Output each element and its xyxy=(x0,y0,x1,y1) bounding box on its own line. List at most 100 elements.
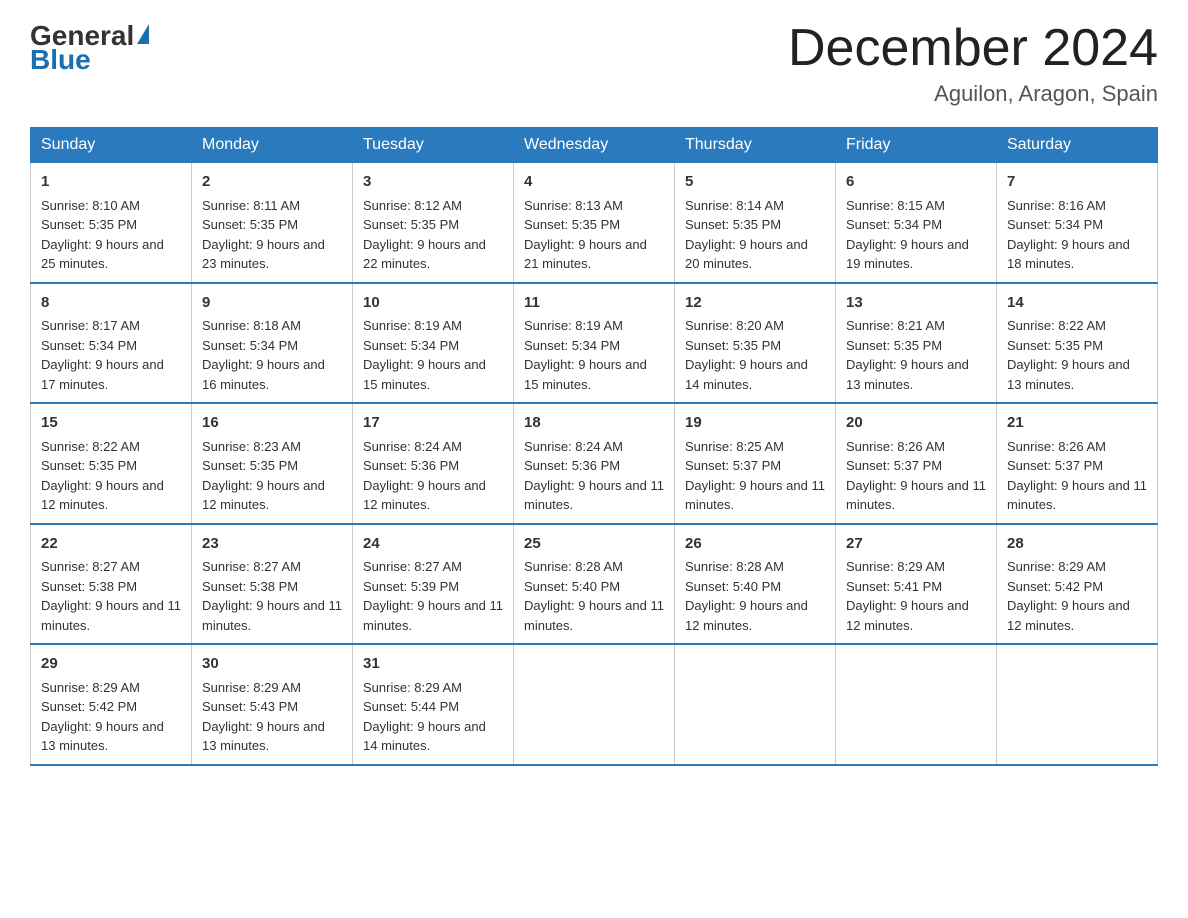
day-number: 29 xyxy=(41,653,181,676)
day-number: 20 xyxy=(846,412,986,435)
calendar-cell: 26 Sunrise: 8:28 AMSunset: 5:40 PMDayligh… xyxy=(675,524,836,645)
day-number: 14 xyxy=(1007,292,1147,315)
day-info: Sunrise: 8:29 AMSunset: 5:41 PMDaylight:… xyxy=(846,559,969,633)
calendar-cell: 2 Sunrise: 8:11 AMSunset: 5:35 PMDaylight… xyxy=(192,163,353,283)
weekday-header-tuesday: Tuesday xyxy=(353,128,514,163)
day-number: 31 xyxy=(363,653,503,676)
calendar-cell: 7 Sunrise: 8:16 AMSunset: 5:34 PMDaylight… xyxy=(997,163,1158,283)
day-info: Sunrise: 8:27 AMSunset: 5:38 PMDaylight:… xyxy=(41,559,181,633)
day-number: 18 xyxy=(524,412,664,435)
day-number: 4 xyxy=(524,171,664,194)
calendar-cell: 8 Sunrise: 8:17 AMSunset: 5:34 PMDaylight… xyxy=(31,283,192,404)
calendar-cell: 14Sunrise: 8:22 AMSunset: 5:35 PMDayligh… xyxy=(997,283,1158,404)
day-number: 26 xyxy=(685,533,825,556)
calendar-cell: 11 Sunrise: 8:19 AMSunset: 5:34 PMDayligh… xyxy=(514,283,675,404)
calendar-cell: 28 Sunrise: 8:29 AMSunset: 5:42 PMDayligh… xyxy=(997,524,1158,645)
day-info: Sunrise: 8:25 AMSunset: 5:37 PMDaylight:… xyxy=(685,439,825,513)
day-number: 2 xyxy=(202,171,342,194)
day-info: Sunrise: 8:29 AMSunset: 5:42 PMDaylight:… xyxy=(1007,559,1130,633)
day-number: 30 xyxy=(202,653,342,676)
day-info: Sunrise: 8:29 AMSunset: 5:43 PMDaylight:… xyxy=(202,680,325,754)
weekday-header-monday: Monday xyxy=(192,128,353,163)
calendar-cell: 29 Sunrise: 8:29 AMSunset: 5:42 PMDayligh… xyxy=(31,644,192,765)
calendar-cell: 23 Sunrise: 8:27 AMSunset: 5:38 PMDayligh… xyxy=(192,524,353,645)
day-number: 10 xyxy=(363,292,503,315)
calendar-cell: 10 Sunrise: 8:19 AMSunset: 5:34 PMDayligh… xyxy=(353,283,514,404)
day-info: Sunrise: 8:21 AMSunset: 5:35 PMDaylight:… xyxy=(846,318,969,392)
calendar-week-row: 1Sunrise: 8:10 AMSunset: 5:35 PMDaylight… xyxy=(31,163,1158,283)
calendar-cell: 27 Sunrise: 8:29 AMSunset: 5:41 PMDayligh… xyxy=(836,524,997,645)
calendar-cell: 21Sunrise: 8:26 AMSunset: 5:37 PMDayligh… xyxy=(997,403,1158,524)
calendar-cell: 25 Sunrise: 8:28 AMSunset: 5:40 PMDayligh… xyxy=(514,524,675,645)
day-info: Sunrise: 8:26 AMSunset: 5:37 PMDaylight:… xyxy=(846,439,986,513)
day-number: 7 xyxy=(1007,171,1147,194)
calendar-cell: 3Sunrise: 8:12 AMSunset: 5:35 PMDaylight… xyxy=(353,163,514,283)
day-info: Sunrise: 8:22 AMSunset: 5:35 PMDaylight:… xyxy=(41,439,164,513)
day-info: Sunrise: 8:19 AMSunset: 5:34 PMDaylight:… xyxy=(524,318,647,392)
calendar-cell: 6 Sunrise: 8:15 AMSunset: 5:34 PMDaylight… xyxy=(836,163,997,283)
day-number: 25 xyxy=(524,533,664,556)
day-info: Sunrise: 8:27 AMSunset: 5:38 PMDaylight:… xyxy=(202,559,342,633)
weekday-header-friday: Friday xyxy=(836,128,997,163)
calendar-cell: 19 Sunrise: 8:25 AMSunset: 5:37 PMDayligh… xyxy=(675,403,836,524)
day-info: Sunrise: 8:23 AMSunset: 5:35 PMDaylight:… xyxy=(202,439,325,513)
calendar-cell: 9 Sunrise: 8:18 AMSunset: 5:34 PMDaylight… xyxy=(192,283,353,404)
day-number: 11 xyxy=(524,292,664,315)
day-info: Sunrise: 8:14 AMSunset: 5:35 PMDaylight:… xyxy=(685,198,808,272)
day-number: 24 xyxy=(363,533,503,556)
calendar-table: SundayMondayTuesdayWednesdayThursdayFrid… xyxy=(30,127,1158,766)
day-info: Sunrise: 8:17 AMSunset: 5:34 PMDaylight:… xyxy=(41,318,164,392)
calendar-cell: 12 Sunrise: 8:20 AMSunset: 5:35 PMDayligh… xyxy=(675,283,836,404)
calendar-cell: 24 Sunrise: 8:27 AMSunset: 5:39 PMDayligh… xyxy=(353,524,514,645)
day-number: 13 xyxy=(846,292,986,315)
calendar-cell xyxy=(997,644,1158,765)
calendar-cell: 15 Sunrise: 8:22 AMSunset: 5:35 PMDayligh… xyxy=(31,403,192,524)
day-number: 6 xyxy=(846,171,986,194)
weekday-header-wednesday: Wednesday xyxy=(514,128,675,163)
day-number: 15 xyxy=(41,412,181,435)
day-number: 21 xyxy=(1007,412,1147,435)
calendar-week-row: 29 Sunrise: 8:29 AMSunset: 5:42 PMDayligh… xyxy=(31,644,1158,765)
calendar-cell: 4 Sunrise: 8:13 AMSunset: 5:35 PMDaylight… xyxy=(514,163,675,283)
weekday-header-saturday: Saturday xyxy=(997,128,1158,163)
title-block: December 2024 Aguilon, Aragon, Spain xyxy=(788,20,1158,107)
calendar-cell xyxy=(836,644,997,765)
day-info: Sunrise: 8:29 AMSunset: 5:42 PMDaylight:… xyxy=(41,680,164,754)
day-info: Sunrise: 8:20 AMSunset: 5:35 PMDaylight:… xyxy=(685,318,808,392)
day-number: 28 xyxy=(1007,533,1147,556)
calendar-cell xyxy=(514,644,675,765)
calendar-cell: 20 Sunrise: 8:26 AMSunset: 5:37 PMDayligh… xyxy=(836,403,997,524)
calendar-cell: 22 Sunrise: 8:27 AMSunset: 5:38 PMDayligh… xyxy=(31,524,192,645)
day-info: Sunrise: 8:13 AMSunset: 5:35 PMDaylight:… xyxy=(524,198,647,272)
day-info: Sunrise: 8:19 AMSunset: 5:34 PMDaylight:… xyxy=(363,318,486,392)
day-info: Sunrise: 8:28 AMSunset: 5:40 PMDaylight:… xyxy=(524,559,664,633)
day-number: 19 xyxy=(685,412,825,435)
day-number: 12 xyxy=(685,292,825,315)
day-number: 17 xyxy=(363,412,503,435)
calendar-week-row: 8 Sunrise: 8:17 AMSunset: 5:34 PMDaylight… xyxy=(31,283,1158,404)
calendar-cell: 18Sunrise: 8:24 AMSunset: 5:36 PMDayligh… xyxy=(514,403,675,524)
calendar-cell: 16 Sunrise: 8:23 AMSunset: 5:35 PMDayligh… xyxy=(192,403,353,524)
day-info: Sunrise: 8:28 AMSunset: 5:40 PMDaylight:… xyxy=(685,559,808,633)
weekday-header-sunday: Sunday xyxy=(31,128,192,163)
logo: General Blue xyxy=(30,20,149,76)
day-number: 16 xyxy=(202,412,342,435)
day-number: 8 xyxy=(41,292,181,315)
day-number: 1 xyxy=(41,171,181,194)
day-info: Sunrise: 8:11 AMSunset: 5:35 PMDaylight:… xyxy=(202,198,325,272)
day-info: Sunrise: 8:29 AMSunset: 5:44 PMDaylight:… xyxy=(363,680,486,754)
day-info: Sunrise: 8:18 AMSunset: 5:34 PMDaylight:… xyxy=(202,318,325,392)
calendar-cell: 13 Sunrise: 8:21 AMSunset: 5:35 PMDayligh… xyxy=(836,283,997,404)
day-number: 27 xyxy=(846,533,986,556)
day-number: 5 xyxy=(685,171,825,194)
day-info: Sunrise: 8:15 AMSunset: 5:34 PMDaylight:… xyxy=(846,198,969,272)
logo-blue-text: Blue xyxy=(30,44,91,76)
day-number: 9 xyxy=(202,292,342,315)
day-info: Sunrise: 8:16 AMSunset: 5:34 PMDaylight:… xyxy=(1007,198,1130,272)
day-number: 23 xyxy=(202,533,342,556)
calendar-week-row: 15 Sunrise: 8:22 AMSunset: 5:35 PMDayligh… xyxy=(31,403,1158,524)
day-info: Sunrise: 8:27 AMSunset: 5:39 PMDaylight:… xyxy=(363,559,503,633)
calendar-cell: 31 Sunrise: 8:29 AMSunset: 5:44 PMDayligh… xyxy=(353,644,514,765)
day-info: Sunrise: 8:24 AMSunset: 5:36 PMDaylight:… xyxy=(363,439,486,513)
day-number: 22 xyxy=(41,533,181,556)
